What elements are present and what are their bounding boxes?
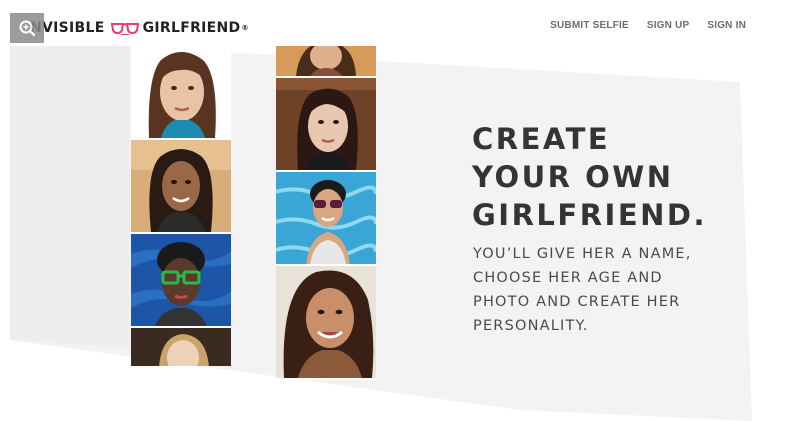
- girlfriend-photo[interactable]: [276, 78, 376, 170]
- girlfriend-photo[interactable]: [131, 234, 231, 326]
- sign-up-link[interactable]: SIGN UP: [647, 20, 690, 31]
- glasses-icon: [110, 21, 139, 35]
- brand-logo[interactable]: NVISIBLE GIRLFRIEND ®: [10, 13, 249, 43]
- trademark-symbol: ®: [241, 24, 249, 32]
- magnifier-icon[interactable]: [10, 13, 44, 43]
- headline-line: GIRLFRIEND.: [472, 198, 708, 232]
- hero-headline: CREATE YOUR OWN GIRLFRIEND.: [472, 120, 732, 234]
- sign-in-link[interactable]: SIGN IN: [707, 20, 746, 31]
- top-nav: SUBMIT SELFIE SIGN UP SIGN IN: [550, 20, 746, 31]
- hero-subtext: YOU’LL GIVE HER A NAME, CHOOSE HER AGE A…: [473, 242, 743, 338]
- headline-line: CREATE: [472, 122, 611, 156]
- headline-line: YOUR OWN: [472, 160, 674, 194]
- subtext-line: YOU’LL GIVE HER A NAME,: [473, 246, 692, 262]
- girlfriend-photo[interactable]: [131, 328, 231, 366]
- subtext-line: CHOOSE HER AGE AND: [473, 270, 663, 286]
- brand-name-second: GIRLFRIEND: [142, 20, 241, 36]
- subtext-line: PERSONALITY.: [473, 318, 589, 334]
- photo-column-left: [131, 46, 231, 366]
- girlfriend-photo[interactable]: [276, 266, 376, 378]
- girlfriend-photo[interactable]: [276, 172, 376, 264]
- girlfriend-photo[interactable]: [131, 140, 231, 232]
- photo-column-right: [276, 46, 376, 380]
- submit-selfie-link[interactable]: SUBMIT SELFIE: [550, 20, 629, 31]
- girlfriend-photo[interactable]: [131, 46, 231, 138]
- subtext-line: PHOTO AND CREATE HER: [473, 294, 681, 310]
- girlfriend-photo[interactable]: [276, 46, 376, 76]
